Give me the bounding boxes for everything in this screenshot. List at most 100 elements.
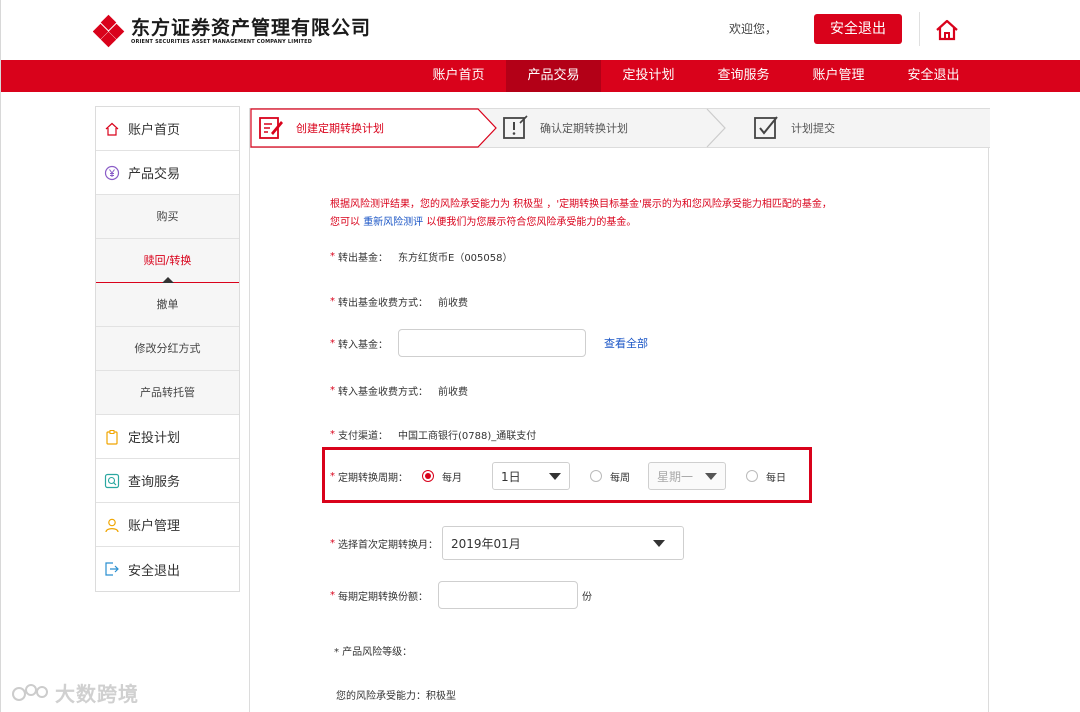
in-fee-value: 前收费 <box>438 387 468 398</box>
cycle-weekly-label: 每周 <box>610 472 630 484</box>
monthly-day-select[interactable]: 1日 <box>492 462 570 490</box>
warning-icon <box>503 115 528 139</box>
page: 东方证券资产管理有限公司 ORIENT SECURITIES ASSET MAN… <box>0 0 1080 712</box>
clipboard-icon <box>106 429 118 445</box>
step-confirm-plan: 确认定期转换计划 <box>500 109 628 147</box>
step-indicator: 创建定期转换计划 确认定期转换计划 计划提交 <box>250 108 990 148</box>
cycle-weekly-radio[interactable] <box>590 470 602 482</box>
cycle-row: * 定期转换周期： 每月 1日 每周 星期一 每日 <box>330 462 786 490</box>
risk-notice-line1: 根据风险测评结果，您的风险承受能力为 积极型 ，'定期转换目标基金'展示的为和您… <box>330 199 832 210</box>
out-fee-value: 前收费 <box>438 298 468 309</box>
sidebar-sub-item-cancel-order[interactable]: 撤单 <box>96 283 239 327</box>
sidebar-sub-item-buy[interactable]: 购买 <box>96 195 239 239</box>
sidebar-sub-item-redeem-convert[interactable]: 赎回/转换 <box>96 239 239 283</box>
payment-label: 支付渠道： <box>338 431 388 442</box>
sidebar-item-label: 查询服务 <box>128 475 181 490</box>
shares-input[interactable] <box>438 581 578 609</box>
logo-mark-icon <box>93 14 125 48</box>
sidebar-sub-item-product-transfer[interactable]: 产品转托管 <box>96 371 239 415</box>
in-fund-row: * 转入基金： 查看全部 <box>330 329 648 357</box>
out-fund-row: * 转出基金： 东方红货币E（005058） <box>330 251 513 264</box>
sidebar-item-label: 账户管理 <box>128 519 181 534</box>
sidebar-item-investment-plan[interactable]: 定投计划 <box>96 415 239 459</box>
user-risk-row: 您的风险承受能力： 积极型 <box>336 687 456 702</box>
first-month-label: 选择首次定期转换月： <box>338 539 438 551</box>
sidebar-item-account-manage[interactable]: 账户管理 <box>96 503 239 547</box>
cycle-monthly-radio[interactable] <box>422 470 434 482</box>
shares-label: 每期定期转换份额： <box>338 591 428 603</box>
risk-notice-suffix: 以便我们为您展示符合您风险承受能力的基金。 <box>423 217 637 228</box>
payment-row: * 支付渠道： 中国工商银行(0788)_通联支付 <box>330 429 537 442</box>
nav-item-query[interactable]: 查询服务 <box>696 60 791 92</box>
sidebar: 账户首页 产品交易 购买 赎回/转换 撤单 修改分红方式 产品转托管 定投计划 <box>95 106 240 592</box>
risk-level-row: * 产品风险等级： <box>334 643 412 658</box>
in-fund-label: 转入基金： <box>338 339 388 351</box>
sidebar-sub-item-modify-dividend[interactable]: 修改分红方式 <box>96 327 239 371</box>
watermark-text: 大数跨境 <box>55 682 139 706</box>
step-label: 确认定期转换计划 <box>540 122 628 135</box>
sidebar-item-product-trade[interactable]: 产品交易 <box>96 151 239 195</box>
risk-notice-prefix: 您可以 <box>330 217 364 228</box>
out-fee-row: * 转出基金收费方式： 前收费 <box>330 296 468 309</box>
cycle-daily-label: 每日 <box>766 472 786 484</box>
view-all-link[interactable]: 查看全部 <box>604 335 648 351</box>
nav-item-logout[interactable]: 安全退出 <box>886 60 981 92</box>
monthly-day-value: 1日 <box>501 469 521 484</box>
company-name-cn: 东方证券资产管理有限公司 <box>131 16 372 39</box>
chevron-down-icon <box>653 539 665 547</box>
sidebar-item-query[interactable]: 查询服务 <box>96 459 239 503</box>
sidebar-item-account-home[interactable]: 账户首页 <box>96 107 239 151</box>
out-fund-value: 东方红货币E（005058） <box>398 253 513 264</box>
cycle-daily-radio[interactable] <box>746 470 758 482</box>
step-create-plan: 创建定期转换计划 <box>250 109 495 147</box>
shares-unit: 份 <box>582 591 592 603</box>
home-icon[interactable] <box>934 18 960 42</box>
chevron-down-icon <box>549 472 561 480</box>
nav-item-investment-plan[interactable]: 定投计划 <box>601 60 696 92</box>
in-fee-label: 转入基金收费方式： <box>338 387 428 398</box>
risk-level-label: * 产品风险等级： <box>334 647 413 658</box>
chevron-down-icon <box>705 472 717 480</box>
sidebar-item-label: 定投计划 <box>128 431 181 446</box>
sidebar-item-label: 安全退出 <box>128 563 181 579</box>
cycle-monthly-label: 每月 <box>442 472 462 484</box>
nav-item-account-home[interactable]: 账户首页 <box>411 60 506 92</box>
yen-icon <box>104 165 120 180</box>
step-divider-arrow <box>706 108 726 148</box>
payment-value: 中国工商银行(0788)_通联支付 <box>398 431 537 442</box>
nav-item-account-manage[interactable]: 账户管理 <box>791 60 886 92</box>
weekday-value: 星期一 <box>657 469 694 484</box>
search-icon <box>104 473 120 488</box>
nav-item-product-trade[interactable]: 产品交易 <box>506 60 601 92</box>
edit-icon <box>259 117 283 139</box>
cycle-label: 定期转换周期： <box>338 472 408 484</box>
logout-button[interactable]: 安全退出 <box>814 14 902 44</box>
sidebar-item-logout[interactable]: 安全退出 <box>96 547 239 591</box>
reassess-risk-link[interactable]: 重新风险测评 <box>363 217 423 228</box>
in-fund-input[interactable] <box>398 329 586 357</box>
welcome-text: 欢迎您， <box>729 22 778 36</box>
out-fee-label: 转出基金收费方式： <box>338 298 428 309</box>
step-label: 创建定期转换计划 <box>296 122 384 135</box>
weekday-select[interactable]: 星期一 <box>648 462 726 490</box>
in-fee-row: * 转入基金收费方式： 前收费 <box>330 385 468 398</box>
risk-notice: 根据风险测评结果，您的风险承受能力为 积极型 ，'定期转换目标基金'展示的为和您… <box>330 196 832 232</box>
check-icon <box>754 116 778 139</box>
header: 东方证券资产管理有限公司 ORIENT SECURITIES ASSET MAN… <box>1 0 1080 60</box>
company-logo[interactable]: 东方证券资产管理有限公司 ORIENT SECURITIES ASSET MAN… <box>93 14 371 48</box>
company-name-en: ORIENT SECURITIES ASSET MANAGEMENT COMPA… <box>131 38 313 45</box>
watermark-logo-icon <box>12 683 48 701</box>
first-month-row: * 选择首次定期转换月： 2019年01月 <box>330 526 684 560</box>
user-risk-label: 您的风险承受能力： <box>336 691 426 702</box>
watermark: 大数跨境 <box>11 678 139 707</box>
sidebar-item-label: 账户首页 <box>128 123 181 138</box>
first-month-value: 2019年01月 <box>451 536 521 551</box>
step-label: 计划提交 <box>791 122 835 135</box>
header-divider <box>919 12 920 46</box>
first-month-select[interactable]: 2019年01月 <box>442 526 684 560</box>
sidebar-item-label: 产品交易 <box>128 167 181 182</box>
user-icon <box>105 518 119 532</box>
step-submit-plan: 计划提交 <box>753 109 835 147</box>
out-fund-label: 转出基金： <box>338 253 388 264</box>
shares-row: * 每期定期转换份额： 份 <box>330 581 592 609</box>
